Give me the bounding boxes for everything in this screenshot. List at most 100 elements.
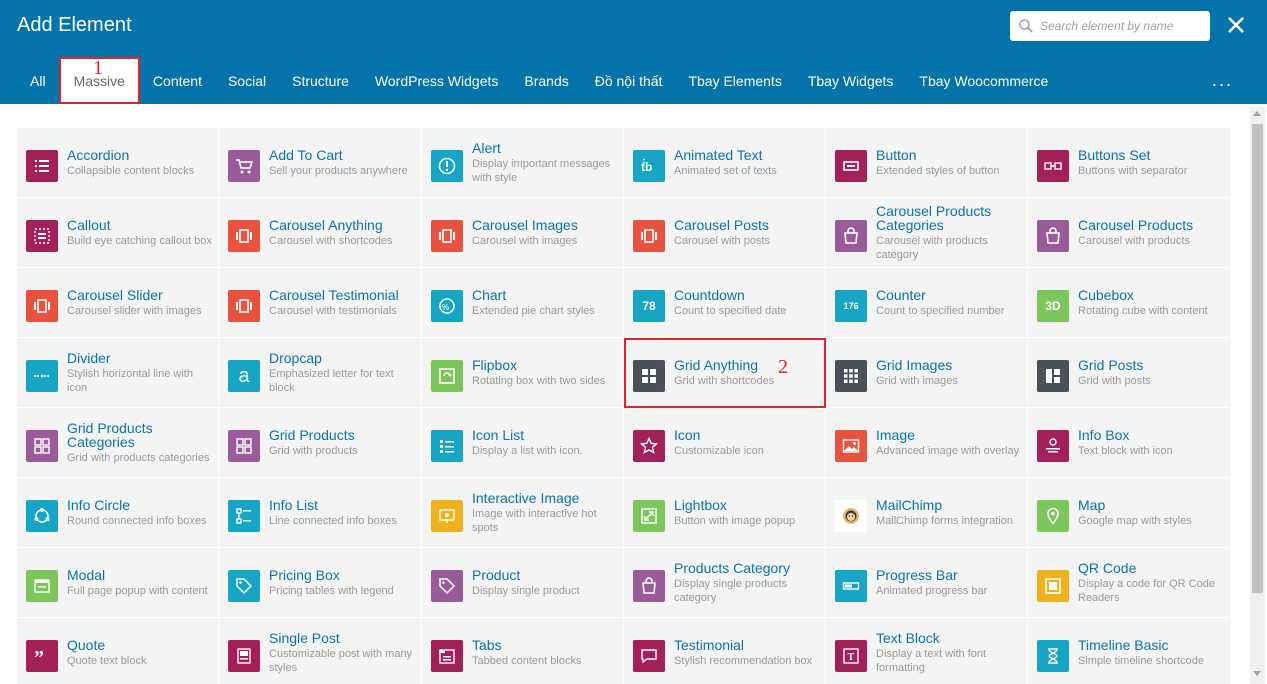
- element-carousel-posts[interactable]: Carousel Posts Carousel with posts: [624, 198, 826, 268]
- element-description: Grid with shortcodes: [674, 374, 775, 387]
- tab-tbay-widgets[interactable]: Tbay Widgets: [795, 57, 907, 104]
- element-single-post[interactable]: Single Post Customizable post with many s…: [219, 618, 422, 684]
- scrollbar[interactable]: [1250, 107, 1265, 684]
- element-dropcap[interactable]: a Dropcap Emphasized letter for text block: [219, 338, 422, 408]
- element-timeline-basic[interactable]: Timeline Basic Simple timeline shortcode: [1028, 618, 1231, 684]
- element-name: Button: [876, 146, 917, 163]
- element-grid-anything[interactable]: Grid Anything Grid with shortcodes: [624, 338, 826, 408]
- element-name: Quote: [67, 636, 106, 653]
- tag-icon: [228, 570, 260, 602]
- element-products-category[interactable]: Products Category Display single products…: [624, 548, 826, 618]
- element-modal[interactable]: Modal Full page popup with content: [17, 548, 219, 618]
- element-mailchimp[interactable]: MailChimp MailChimp forms integration: [826, 478, 1028, 548]
- element-name: Testimonial: [674, 636, 745, 653]
- element-buttons-set[interactable]: Buttons Set Buttons with separator: [1028, 128, 1231, 198]
- element-text: Cubebox Rotating cube with content: [1078, 268, 1228, 337]
- tab-wordpress-widgets[interactable]: WordPress Widgets: [362, 57, 511, 104]
- more-tabs-button[interactable]: ...: [1212, 70, 1233, 91]
- element-description: Build eye catching callout box: [67, 234, 212, 247]
- element-name: Grid Images: [876, 356, 953, 373]
- scroll-down-arrow[interactable]: [1253, 671, 1261, 676]
- element-icon[interactable]: Icon Customizable icon: [624, 408, 826, 478]
- element-add-to-cart[interactable]: Add To Cart Sell your products anywhere: [219, 128, 422, 198]
- element-info-circle[interactable]: Info Circle Round connected info boxes: [17, 478, 219, 548]
- interactive-image-icon: [431, 500, 463, 532]
- element-cubebox[interactable]: 3D Cubebox Rotating cube with content: [1028, 268, 1231, 338]
- carousel-icon: [228, 290, 260, 322]
- element-text: Carousel Images Carousel with images: [472, 198, 621, 267]
- tab-social[interactable]: Social: [215, 57, 279, 104]
- element-qr-code[interactable]: QR Code Display a code for QR Code Reader…: [1028, 548, 1231, 618]
- buttons-set-icon: [1037, 150, 1069, 182]
- element-alert[interactable]: Alert Display important messages with sty…: [422, 128, 624, 198]
- element-description: Customizable post with many styles: [269, 647, 413, 674]
- element-map[interactable]: Map Google map with styles: [1028, 478, 1231, 548]
- element-divider[interactable]: Divider Stylish horizontal line with icon: [17, 338, 219, 408]
- element-grid-products-categories[interactable]: Grid Products Categories Grid with produc…: [17, 408, 219, 478]
- element-text-block[interactable]: T Text Block Display a text with font form…: [826, 618, 1028, 684]
- element-product[interactable]: Product Display single product: [422, 548, 624, 618]
- info-circle-icon: [26, 500, 58, 532]
- element-description: Carousel with shortcodes: [269, 234, 393, 247]
- element-callout[interactable]: Callout Build eye catching callout box: [17, 198, 219, 268]
- element-description: Full page popup with content: [67, 584, 208, 597]
- element-info-box[interactable]: Info Box Text block with icon: [1028, 408, 1231, 478]
- scroll-up-arrow[interactable]: [1253, 111, 1261, 116]
- element-animated-text[interactable]: tb Animated Text Animated set of texts: [624, 128, 826, 198]
- element-counter[interactable]: 176 Counter Count to specified number: [826, 268, 1028, 338]
- element-carousel-images[interactable]: Carousel Images Carousel with images: [422, 198, 624, 268]
- element-carousel-slider[interactable]: Carousel Slider Carousel slider with imag…: [17, 268, 219, 338]
- tab-content[interactable]: Content: [140, 57, 215, 104]
- tab-brands[interactable]: Brands: [511, 57, 581, 104]
- search-box[interactable]: [1010, 11, 1210, 41]
- element-interactive-image[interactable]: Interactive Image Image with interactive …: [422, 478, 624, 548]
- element-row: Accordion Collapsible content blocks Add T…: [17, 128, 1231, 198]
- chart-icon: %: [431, 290, 463, 322]
- element-carousel-products[interactable]: Carousel Products Carousel with products: [1028, 198, 1231, 268]
- tab-all[interactable]: All: [17, 57, 59, 104]
- element-button[interactable]: Button Extended styles of button: [826, 128, 1028, 198]
- element-name: Carousel Slider: [67, 286, 163, 303]
- element-carousel-anything[interactable]: Carousel Anything Carousel with shortcode…: [219, 198, 422, 268]
- dialog-header: Add Element AllMassiveContentSocialStruc…: [0, 0, 1267, 104]
- mailchimp-icon: [835, 500, 867, 532]
- tab-đồ-nội-thất[interactable]: Đồ nội thất: [582, 57, 676, 104]
- element-carousel-products-categories[interactable]: Carousel Products Categories Carousel wit…: [826, 198, 1028, 268]
- element-countdown[interactable]: 78 Countdown Count to specified date: [624, 268, 826, 338]
- element-name: Alert: [472, 139, 501, 156]
- countdown-icon: 78: [633, 290, 665, 322]
- element-grid-images[interactable]: Grid Images Grid with images: [826, 338, 1028, 408]
- tab-structure[interactable]: Structure: [279, 57, 362, 104]
- element-name: Carousel Products: [1078, 216, 1194, 233]
- element-icon-list[interactable]: Icon List Display a list with icon.: [422, 408, 624, 478]
- scroll-thumb[interactable]: [1252, 124, 1263, 593]
- element-text: Modal Full page popup with content: [67, 548, 216, 617]
- element-grid-products[interactable]: Grid Products Grid with products: [219, 408, 422, 478]
- element-carousel-testimonial[interactable]: Carousel Testimonial Carousel with testim…: [219, 268, 422, 338]
- tab-tbay-woocommerce[interactable]: Tbay Woocommerce: [906, 57, 1061, 104]
- element-quote[interactable]: ” Quote Quote text block: [17, 618, 219, 684]
- carousel-icon: [228, 220, 260, 252]
- element-testimonial[interactable]: Testimonial Stylish recommendation box: [624, 618, 826, 684]
- cube-icon: 3D: [1037, 290, 1069, 322]
- element-progress-bar[interactable]: Progress Bar Animated progress bar: [826, 548, 1028, 618]
- element-text: Image Advanced image with overlay: [876, 408, 1025, 477]
- element-tabs[interactable]: Tabs Tabbed content blocks: [422, 618, 624, 684]
- element-row: Carousel Slider Carousel slider with imag…: [17, 268, 1231, 338]
- close-icon[interactable]: [1224, 13, 1248, 37]
- cart-icon: [228, 150, 260, 182]
- element-flipbox[interactable]: Flipbox Rotating box with two sides: [422, 338, 624, 408]
- search-input[interactable]: [1040, 19, 1205, 33]
- element-grid-posts[interactable]: Grid Posts Grid with posts: [1028, 338, 1231, 408]
- info-box-icon: [1037, 430, 1069, 462]
- bag-icon: [1037, 220, 1069, 252]
- element-text: Flipbox Rotating box with two sides: [472, 338, 621, 407]
- map-pin-icon: [1037, 500, 1069, 532]
- element-image[interactable]: Image Advanced image with overlay: [826, 408, 1028, 478]
- element-info-list[interactable]: Info List Line connected info boxes: [219, 478, 422, 548]
- tab-tbay-elements[interactable]: Tbay Elements: [675, 57, 794, 104]
- element-chart[interactable]: % Chart Extended pie chart styles: [422, 268, 624, 338]
- element-lightbox[interactable]: Lightbox Button with image popup: [624, 478, 826, 548]
- element-pricing-box[interactable]: Pricing Box Pricing tables with legend: [219, 548, 422, 618]
- element-accordion[interactable]: Accordion Collapsible content blocks: [17, 128, 219, 198]
